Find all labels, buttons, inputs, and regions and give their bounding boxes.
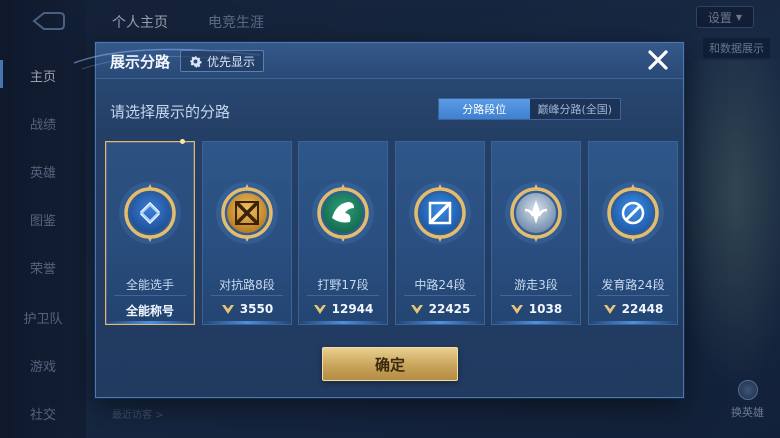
lane-score: 22448 [589, 302, 677, 316]
card-bottom-glow [106, 321, 194, 324]
priority-display-button[interactable]: 优先显示 [180, 50, 265, 72]
lane-card-list: 全能选手 全能称号 对抗路8段 3550 打野17段 12944 中路24段 22425 游走3… [105, 139, 679, 325]
lane-rank-label: 对抗路8段 [219, 278, 275, 292]
rank-points-icon [221, 305, 234, 314]
clash-rank-emblem-icon [216, 182, 278, 244]
tab-lane-rank[interactable]: 分路段位 [439, 99, 530, 119]
lane-mode-segmented-control: 分路段位 巅峰分路(全国) [438, 98, 621, 120]
lane-score-value: 12944 [331, 302, 374, 316]
lane-rank-label: 游走3段 [514, 278, 558, 292]
lane-score-value: 1038 [528, 302, 563, 316]
roam-rank-emblem-icon [505, 182, 567, 244]
card-bottom-glow [589, 321, 677, 324]
lane-score-value: 3550 [239, 302, 274, 316]
lane-score: 3550 [203, 302, 291, 316]
rank-points-icon [313, 305, 326, 314]
priority-display-label: 优先显示 [207, 54, 256, 69]
lane-score: 1038 [492, 302, 580, 316]
card-divider [114, 295, 186, 296]
card-bottom-glow [396, 321, 484, 324]
close-button[interactable] [643, 45, 673, 75]
card-divider [404, 295, 476, 296]
card-divider [500, 295, 572, 296]
lane-rank-label: 全能选手 [125, 278, 174, 292]
tab-peak-lane-national[interactable]: 巅峰分路(全国) [530, 99, 621, 119]
allround-rank-emblem-icon [119, 182, 181, 244]
modal-subtitle: 请选择展示的分路 [110, 103, 231, 121]
lane-display-modal: 展示分路 优先显示 请选择展示的分路 分路段位 巅峰分路(全国) 全能选手全能称… [73, 42, 684, 398]
mid-rank-emblem-icon [409, 182, 471, 244]
modal-title: 展示分路 [110, 53, 171, 71]
lane-score: 全能称号 [106, 302, 194, 319]
rank-points-icon [410, 305, 423, 314]
lane-rank-label: 中路24段 [414, 278, 466, 292]
lane-rank-label: 发育路24段 [601, 278, 665, 292]
card-bottom-glow [492, 321, 580, 324]
lane-card-roam[interactable]: 游走3段 1038 [491, 141, 581, 325]
card-divider [307, 295, 379, 296]
lane-card-mid[interactable]: 中路24段 22425 [395, 141, 485, 325]
lane-card-farm[interactable]: 发育路24段 22448 [588, 141, 678, 325]
lane-score-value: 22448 [621, 302, 664, 316]
lane-score-value: 22425 [428, 302, 471, 316]
selected-indicator [180, 139, 185, 144]
gear-icon [189, 55, 202, 68]
lane-card-clash[interactable]: 对抗路8段 3550 [202, 141, 292, 325]
lane-rank-label: 打野17段 [317, 278, 369, 292]
lane-score: 22425 [396, 302, 484, 316]
farm-rank-emblem-icon [602, 182, 664, 244]
confirm-button[interactable]: 确定 [322, 347, 458, 381]
rank-points-icon [603, 305, 616, 314]
card-divider [597, 295, 669, 296]
card-bottom-glow [299, 321, 387, 324]
lane-score-value: 全能称号 [125, 304, 174, 318]
rank-points-icon [510, 305, 523, 314]
jungle-rank-emblem-icon [312, 182, 374, 244]
lane-card-allround[interactable]: 全能选手 全能称号 [105, 139, 195, 325]
modal-header: 展示分路 优先显示 [73, 43, 683, 79]
lane-card-jungle[interactable]: 打野17段 12944 [298, 141, 388, 325]
close-icon [648, 50, 668, 70]
card-bottom-glow [203, 321, 291, 324]
lane-score: 12944 [299, 302, 387, 316]
card-divider [211, 295, 283, 296]
